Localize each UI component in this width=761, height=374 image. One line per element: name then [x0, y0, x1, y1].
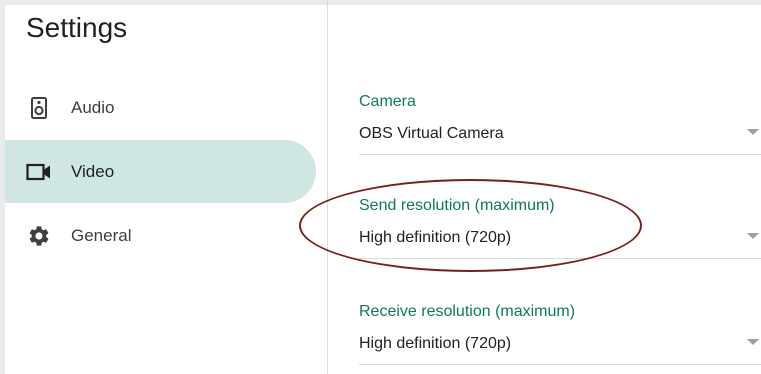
camera-select[interactable]: OBS Virtual Camera [359, 124, 761, 155]
window-top-edge [0, 0, 761, 5]
camera-field: Camera OBS Virtual Camera [359, 91, 761, 155]
sidebar-divider [327, 0, 328, 374]
sidebar-item-general[interactable]: General [5, 204, 316, 267]
sidebar-item-label: General [71, 225, 132, 245]
camera-label: Camera [359, 93, 416, 110]
sidebar-item-label: Video [71, 161, 115, 181]
camera-value: OBS Virtual Camera [359, 125, 504, 142]
speaker-icon [25, 94, 53, 122]
video-camera-icon [25, 158, 53, 186]
dropdown-arrow-icon [747, 129, 759, 135]
sidebar-item-video[interactable]: Video [5, 140, 316, 203]
receive-resolution-field: Receive resolution (maximum) High defini… [359, 301, 761, 365]
send-resolution-label: Send resolution (maximum) [359, 197, 555, 214]
sidebar-item-label: Audio [71, 97, 115, 117]
page-title: Settings [26, 12, 128, 43]
receive-resolution-label: Receive resolution (maximum) [359, 303, 576, 320]
send-resolution-value: High definition (720p) [359, 229, 512, 246]
send-resolution-field: Send resolution (maximum) High definitio… [359, 195, 761, 259]
gear-icon [25, 222, 53, 250]
send-resolution-select[interactable]: High definition (720p) [359, 228, 761, 259]
receive-resolution-value: High definition (720p) [359, 335, 512, 352]
dropdown-arrow-icon [747, 339, 759, 345]
receive-resolution-select[interactable]: High definition (720p) [359, 334, 761, 365]
dropdown-arrow-icon [747, 233, 759, 239]
sidebar-item-audio[interactable]: Audio [5, 76, 316, 139]
